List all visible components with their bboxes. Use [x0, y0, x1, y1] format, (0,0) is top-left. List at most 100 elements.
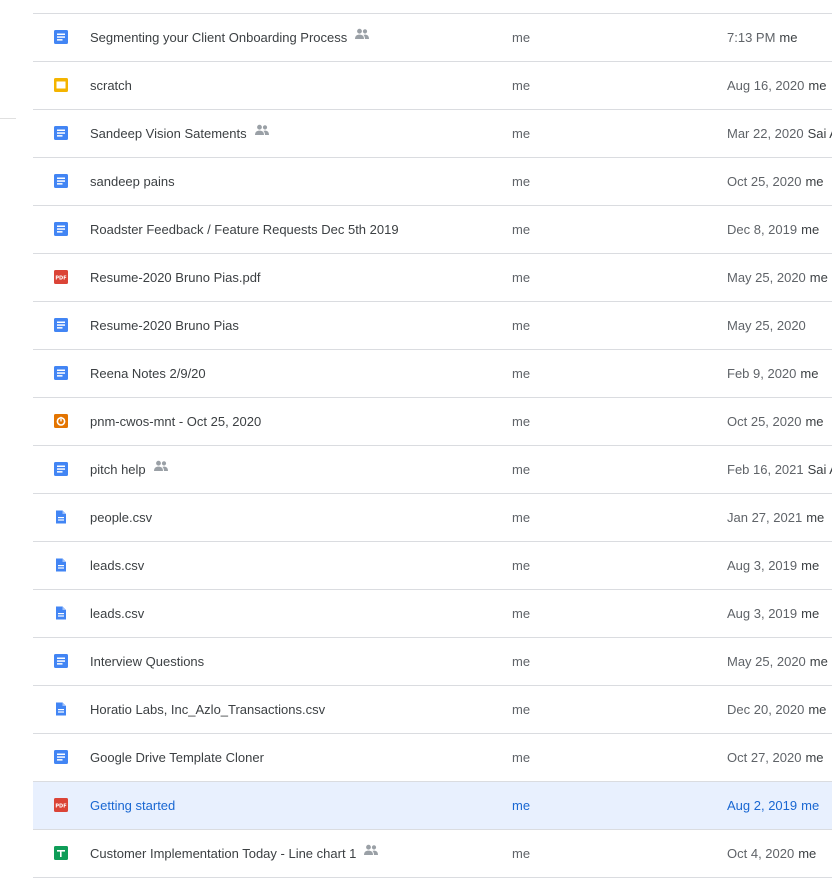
owner: me [512, 30, 531, 45]
file-name[interactable]: Sandeep Vision Satements [90, 123, 270, 143]
modified-date: Dec 20, 2020 [727, 702, 805, 717]
modified-by: me [808, 78, 827, 93]
file-name[interactable]: sandeep pains [90, 173, 175, 190]
file-row[interactable]: Resume-2020 Bruno Pias me May 25, 2020 [33, 302, 832, 350]
file-row[interactable]: Segmenting your Client Onboarding Proces… [33, 14, 832, 62]
owner: me [512, 510, 531, 525]
file-name[interactable]: pitch help [90, 460, 169, 479]
owner: me [512, 270, 531, 285]
file-name[interactable]: Getting started [90, 797, 175, 814]
owner: me [512, 174, 531, 189]
owner: me [512, 414, 531, 429]
file-name[interactable]: leads.csv [90, 605, 144, 622]
file-name-text: scratch [90, 78, 132, 93]
docs-icon [53, 653, 69, 669]
modified-by: me [809, 270, 828, 285]
file-list: Shared with me Segmenting your Client Onb… [33, 0, 832, 878]
file-row[interactable]: Customer Implementation Today - Line cha… [33, 830, 832, 878]
file-name[interactable]: pnm-cwos-mnt - Oct 25, 2020 [90, 413, 261, 430]
file-row[interactable]: pitch help me Feb 16, 2021Sai A [33, 446, 832, 494]
owner: me [512, 318, 531, 333]
pdf-icon: PDF [53, 269, 69, 285]
modified-by: me [801, 606, 820, 621]
modified-by: me [809, 654, 828, 669]
modified-date: Aug 16, 2020 [727, 78, 805, 93]
svg-text:PDF: PDF [55, 275, 66, 281]
file-name-text: Customer Implementation Today - Line cha… [90, 846, 357, 861]
file-row[interactable]: PDF Getting started me Aug 2, 2019 me [33, 782, 832, 830]
last-modified: 7:13 PM me [727, 29, 797, 46]
file-name[interactable]: Segmenting your Client Onboarding Proces… [90, 28, 370, 47]
file-row[interactable]: leads.csv me Aug 3, 2019 me [33, 542, 832, 590]
file-name-text: pitch help [90, 462, 146, 477]
file-name[interactable]: Customer Implementation Today - Line cha… [90, 843, 379, 863]
svg-text:PDF: PDF [55, 803, 66, 809]
last-modified: Jan 27, 2021 me [727, 509, 824, 526]
file-row[interactable]: leads.csv me Aug 3, 2019 me [33, 590, 832, 638]
owner: me [512, 798, 531, 813]
file-row[interactable]: Interview Questions me May 25, 2020 me [33, 638, 832, 686]
file-row[interactable]: pnm-cwos-mnt - Oct 25, 2020 me Oct 25, 202… [33, 398, 832, 446]
modified-date: Jan 27, 2021 [727, 510, 803, 525]
modified-by: me [806, 510, 825, 525]
file-row[interactable]: Horatio Labs, Inc_Azlo_Transactions.csv m… [33, 686, 832, 734]
modified-by: Sai A [807, 462, 832, 477]
modified-by: me [801, 558, 820, 573]
owner: me [512, 462, 531, 477]
file-name[interactable]: Google Drive Template Cloner [90, 749, 264, 766]
modified-date: Oct 25, 2020 [727, 414, 802, 429]
file-name[interactable]: Interview Questions [90, 653, 204, 670]
last-modified: Oct 4, 2020 me [727, 845, 816, 862]
file-row[interactable]: sandeep pains me Oct 25, 2020 me [33, 158, 832, 206]
owner: me [512, 78, 531, 93]
file-row[interactable]: people.csv me Jan 27, 2021 me [33, 494, 832, 542]
last-modified: Mar 22, 2020Sai A [727, 125, 832, 142]
last-modified: Feb 9, 2020 me [727, 365, 818, 382]
last-modified: Oct 25, 2020 me [727, 173, 824, 190]
file-name[interactable]: Roadster Feedback / Feature Requests Dec… [90, 221, 399, 238]
file-name[interactable]: scratch [90, 77, 132, 94]
last-modified: Oct 27, 2020 me [727, 749, 824, 766]
file-row[interactable]: Shared with me [33, 0, 832, 14]
docs-icon [53, 749, 69, 765]
file-name-text: Interview Questions [90, 654, 205, 669]
shared-people-icon [254, 123, 270, 140]
file-name[interactable]: Resume-2020 Bruno Pias [90, 317, 239, 334]
file-row[interactable]: Google Drive Template Cloner me Oct 27, 20… [33, 734, 832, 782]
modified-by: me [808, 702, 827, 717]
modified-date: Aug 2, 2019 [727, 798, 798, 813]
file-name[interactable]: people.csv [90, 509, 152, 526]
file-row[interactable]: Roadster Feedback / Feature Requests Dec… [33, 206, 832, 254]
file-name[interactable]: Resume-2020 Bruno Pias.pdf [90, 269, 261, 286]
owner: me [512, 126, 531, 141]
last-modified: Aug 3, 2019 me [727, 605, 819, 622]
docs-icon [53, 461, 69, 477]
sheets-icon [53, 845, 69, 861]
file-row[interactable]: Reena Notes 2/9/20 me Feb 9, 2020 me [33, 350, 832, 398]
file-name-text: Getting started [90, 798, 176, 813]
file-row[interactable]: scratch me Aug 16, 2020 me [33, 62, 832, 110]
file-row[interactable]: Sandeep Vision Satements me Mar 22, 2020 Sa… [33, 110, 832, 158]
file-name-text: pnm-cwos-mnt - Oct 25, 2020 [90, 414, 262, 429]
file-name[interactable]: Horatio Labs, Inc_Azlo_Transactions.csv [90, 701, 325, 718]
last-modified: Aug 2, 2019 me [727, 797, 819, 814]
docs-icon [53, 317, 69, 333]
modified-by: me [801, 798, 820, 813]
modified-date: May 25, 2020 [727, 270, 806, 285]
modified-date: Aug 3, 2019 [727, 606, 798, 621]
owner: me [512, 366, 531, 381]
modified-by: me [805, 174, 824, 189]
docs-icon [53, 29, 69, 45]
file-name[interactable]: leads.csv [90, 557, 144, 574]
file-name-text: Roadster Feedback / Feature Requests Dec… [90, 222, 399, 237]
docs-icon [53, 221, 69, 237]
file-name-text: Segmenting your Client Onboarding Proces… [90, 30, 348, 45]
last-modified: Oct 25, 2020 me [727, 413, 824, 430]
file-name[interactable]: Reena Notes 2/9/20 [90, 365, 206, 382]
last-modified: Aug 16, 2020 me [727, 77, 826, 94]
file-row[interactable]: PDF Resume-2020 Bruno Pias.pdf me May 25, 2… [33, 254, 832, 302]
owner: me [512, 702, 531, 717]
modified-date: Oct 27, 2020 [727, 750, 802, 765]
shared-people-icon [363, 843, 379, 860]
owner: me [512, 222, 531, 237]
